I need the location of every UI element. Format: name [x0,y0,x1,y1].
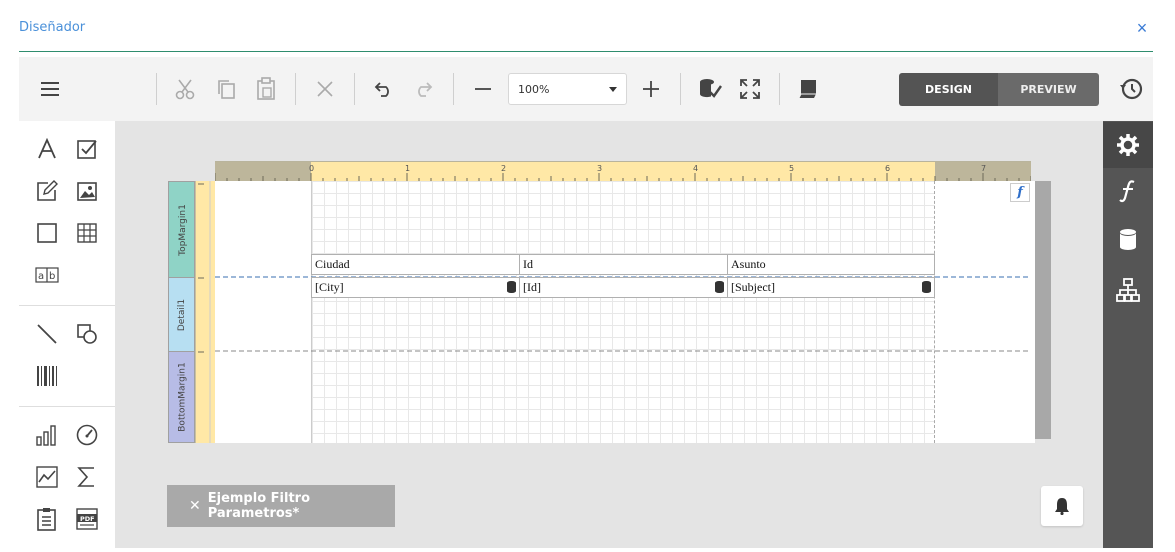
notifications-button[interactable] [1041,486,1083,526]
svg-text:PDF: PDF [80,515,95,523]
chart-tool-icon[interactable] [33,421,61,449]
pdf-content-tool-icon[interactable]: PDF [73,505,101,533]
toolbox-divider [19,305,115,306]
shape-tool-icon[interactable] [73,320,101,348]
ruler-number: 7 [981,164,987,173]
cut-icon[interactable] [171,75,199,103]
zoom-select[interactable]: 100% [508,73,627,105]
function-icon [1119,180,1135,203]
barcode-tool-icon[interactable] [33,362,61,390]
horizontal-ruler: 0 1 2 3 4 5 6 7 [215,161,1031,181]
design-mode-button[interactable]: DESIGN [899,73,998,106]
dialog-title: Diseñador [19,20,86,35]
database-icon [715,281,724,293]
copy-icon[interactable] [212,75,240,103]
band-detail[interactable]: Detail1 [168,277,195,352]
zoom-in-icon[interactable] [637,75,665,103]
bell-icon [1055,498,1069,515]
toolbar-divider [453,73,454,105]
undo-icon[interactable] [370,75,398,103]
database-icon [922,281,931,293]
toolbar-divider [779,73,780,105]
database-icon [1120,229,1136,250]
ruler-number: 0 [309,164,315,173]
delete-icon[interactable] [311,75,339,103]
ruler-number: 5 [789,164,795,173]
table-header-cell[interactable]: Ciudad [311,254,520,275]
report-tab-label: Ejemplo Filtro Parametros* [207,491,311,521]
summary-tool-icon[interactable] [73,463,101,491]
ruler-number: 4 [693,164,699,173]
sparkline-tool-icon[interactable] [33,463,61,491]
vertical-scrollbar[interactable] [1035,181,1051,439]
redo-icon[interactable] [409,75,437,103]
ruler-number: 2 [501,164,507,173]
svg-text:b: b [49,271,55,282]
table-field-cell[interactable]: [City] [311,277,520,298]
dialog-header-divider [19,51,1153,52]
rich-text-tool-icon[interactable] [33,177,61,205]
properties-tab[interactable] [1103,122,1153,168]
toolbox: ab PDF [19,121,115,548]
gear-icon [1117,134,1139,156]
band-boundaries [215,276,1031,352]
ruler-number: 6 [885,164,891,173]
expression-icon[interactable]: f [1010,183,1030,202]
toolbar-divider [680,73,681,105]
toolbar-divider [354,73,355,105]
table-field-cell[interactable]: [Subject] [727,277,935,298]
designer-dialog: Diseñador × 100% DESIGN PREVIEW a b PDF … [0,0,1175,552]
database-icon [507,281,516,293]
close-dialog-button[interactable]: × [1133,18,1151,38]
character-comb-tool-icon[interactable]: ab [33,261,61,289]
table-header-cell[interactable]: Asunto [727,254,935,275]
right-panel [1103,121,1153,548]
band-label: BottomMargin1 [177,362,188,432]
table-tool-icon[interactable] [73,219,101,247]
validate-bindings-icon[interactable] [696,75,724,103]
preview-mode-button[interactable]: PREVIEW [998,73,1099,106]
svg-text:a: a [38,271,44,282]
zoom-value: 100% [518,83,550,96]
picture-tool-icon[interactable] [73,177,101,205]
toolbox-divider [19,406,115,407]
fullscreen-icon[interactable] [736,75,764,103]
report-explorer-tab[interactable] [1103,267,1153,313]
field-list-tab[interactable] [1103,217,1153,263]
toolbar-divider [156,73,157,105]
band-label: Detail1 [177,298,188,331]
ruler-number: 3 [597,164,603,173]
paste-icon[interactable] [252,75,280,103]
chevron-down-icon [609,87,617,92]
line-tool-icon[interactable] [33,320,61,348]
toolbar-divider [295,73,296,105]
gauge-tool-icon[interactable] [73,421,101,449]
band-top-margin[interactable]: TopMargin1 [168,181,195,278]
zoom-out-icon[interactable] [469,75,497,103]
report-tab[interactable]: ✕ Ejemplo Filtro Parametros* [167,485,395,527]
history-icon[interactable] [1117,75,1145,103]
table-field-cell[interactable]: [Id] [519,277,728,298]
design-preview-switch: DESIGN PREVIEW [899,73,1099,106]
table-of-contents-tool-icon[interactable] [33,505,61,533]
table-header-cell[interactable]: Id [519,254,728,275]
hierarchy-icon [1116,278,1140,302]
close-report-tab-icon[interactable]: ✕ [189,498,201,514]
panel-tool-icon[interactable] [33,219,61,247]
ruler-number: 1 [405,164,411,173]
band-label: TopMargin1 [177,203,188,256]
vertical-ruler [195,181,215,443]
designer-toolbar: 100% DESIGN PREVIEW [19,57,1153,121]
checkbox-tool-icon[interactable] [73,135,101,163]
scripts-icon[interactable] [794,75,822,103]
label-tool-icon[interactable] [33,135,61,163]
report-surface[interactable]: Ciudad Id Asunto [City] [Id] [Subject] [215,181,1035,443]
expressions-tab[interactable] [1103,168,1153,214]
band-bottom-margin[interactable]: BottomMargin1 [168,351,195,443]
menu-icon[interactable] [37,75,65,103]
